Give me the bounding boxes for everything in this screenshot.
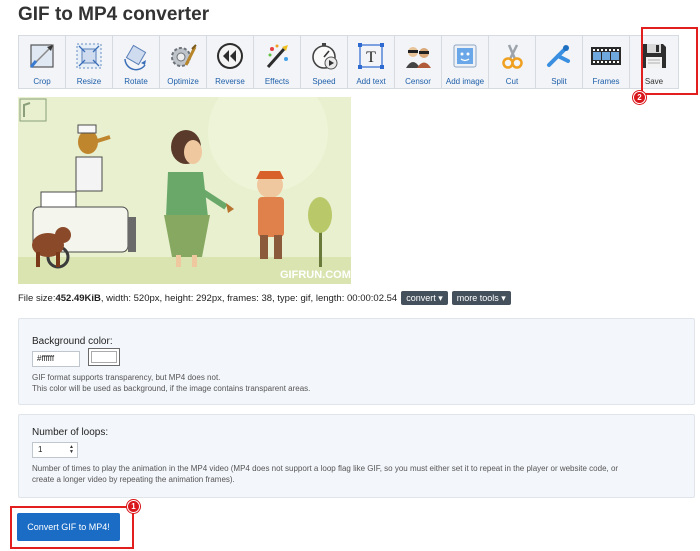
tool-label: Speed <box>312 77 336 86</box>
tool-rotate[interactable]: Rotate <box>112 35 159 89</box>
loops-help-line1: Number of times to play the animation in… <box>32 464 619 473</box>
convert-button[interactable]: Convert GIF to MP4! <box>17 513 120 541</box>
loops-value: 1 <box>38 445 43 454</box>
tool-label: Reverse <box>215 77 245 86</box>
loops-label: Number of loops: <box>32 427 109 438</box>
censor-icon <box>401 40 435 72</box>
tool-effects[interactable]: Effects <box>253 35 300 89</box>
background-help-line2: This color will be used as background, i… <box>32 384 311 393</box>
split-icon <box>542 40 576 72</box>
step-badge-convert: 1 <box>127 500 140 513</box>
tool-label: Frames <box>592 77 620 86</box>
more-tools-dropdown[interactable]: more tools ▾ <box>451 291 511 305</box>
frames-icon <box>589 40 623 72</box>
add-image-icon <box>448 40 482 72</box>
crop-icon <box>25 40 59 72</box>
rotate-icon <box>119 40 153 72</box>
reverse-icon <box>213 40 247 72</box>
tool-add-image[interactable]: Add image <box>441 35 488 89</box>
tool-label: Censor <box>405 77 431 86</box>
save-highlight <box>641 27 698 95</box>
background-color-input[interactable]: #ffffff <box>32 351 80 367</box>
add-text-icon: T <box>354 40 388 72</box>
loops-panel: Number of loops: 1 ▲ ▼ Number of times to… <box>18 414 695 498</box>
tool-label: Optimize <box>167 77 199 86</box>
color-picker-swatch[interactable] <box>88 348 120 366</box>
spinner-arrows-icon[interactable]: ▲ ▼ <box>69 445 74 455</box>
background-color-panel: Background color: #ffffff GIF format sup… <box>18 318 695 405</box>
tool-label: Add image <box>445 77 485 86</box>
file-info: File size: 452.49KiB , width: 520px, hei… <box>18 291 511 305</box>
tool-cut[interactable]: Cut <box>488 35 535 89</box>
effects-icon <box>260 40 294 72</box>
tool-label: Crop <box>33 77 51 86</box>
tool-label: Add text <box>356 77 386 86</box>
tool-reverse[interactable]: Reverse <box>206 35 253 89</box>
tool-crop[interactable]: Crop <box>18 35 65 89</box>
step-badge-save: 2 <box>633 91 646 104</box>
background-help-line1: GIF format supports transparency, but MP… <box>32 373 221 382</box>
tool-label: Cut <box>505 77 519 86</box>
tool-label: Resize <box>76 77 102 86</box>
toolbar: Crop Resize Rotate Optimize Reverse Effe… <box>18 35 679 89</box>
speed-icon <box>307 40 341 72</box>
svg-text:T: T <box>366 49 376 66</box>
page-title: GIF to MP4 converter <box>18 4 210 25</box>
convert-dropdown[interactable]: convert ▾ <box>401 291 448 305</box>
file-size: 452.49KiB <box>55 292 101 304</box>
cut-icon <box>495 40 529 72</box>
tool-speed[interactable]: Speed <box>300 35 347 89</box>
tool-resize[interactable]: Resize <box>65 35 112 89</box>
tool-label: Rotate <box>124 77 148 86</box>
tool-optimize[interactable]: Optimize <box>159 35 206 89</box>
tool-label: Split <box>551 77 567 86</box>
watermark-text: GIFRUN.COM <box>280 269 351 281</box>
loops-input[interactable]: 1 ▲ ▼ <box>32 442 78 458</box>
optimize-icon <box>166 40 200 72</box>
tool-label: Effects <box>264 77 290 86</box>
preview-illustration: GIFRUN.COM <box>18 97 351 284</box>
resize-icon <box>72 40 106 72</box>
loops-help-line2: create a longer video by repeating the a… <box>32 475 235 484</box>
tool-frames[interactable]: Frames <box>582 35 629 89</box>
tool-split[interactable]: Split <box>535 35 582 89</box>
tool-censor[interactable]: Censor <box>394 35 441 89</box>
file-details: , width: 520px, height: 292px, frames: 3… <box>100 292 398 304</box>
gif-preview: GIFRUN.COM <box>18 97 351 284</box>
background-color-label: Background color: <box>32 336 113 347</box>
file-info-prefix: File size: <box>18 292 56 304</box>
tool-add-text[interactable]: T Add text <box>347 35 394 89</box>
